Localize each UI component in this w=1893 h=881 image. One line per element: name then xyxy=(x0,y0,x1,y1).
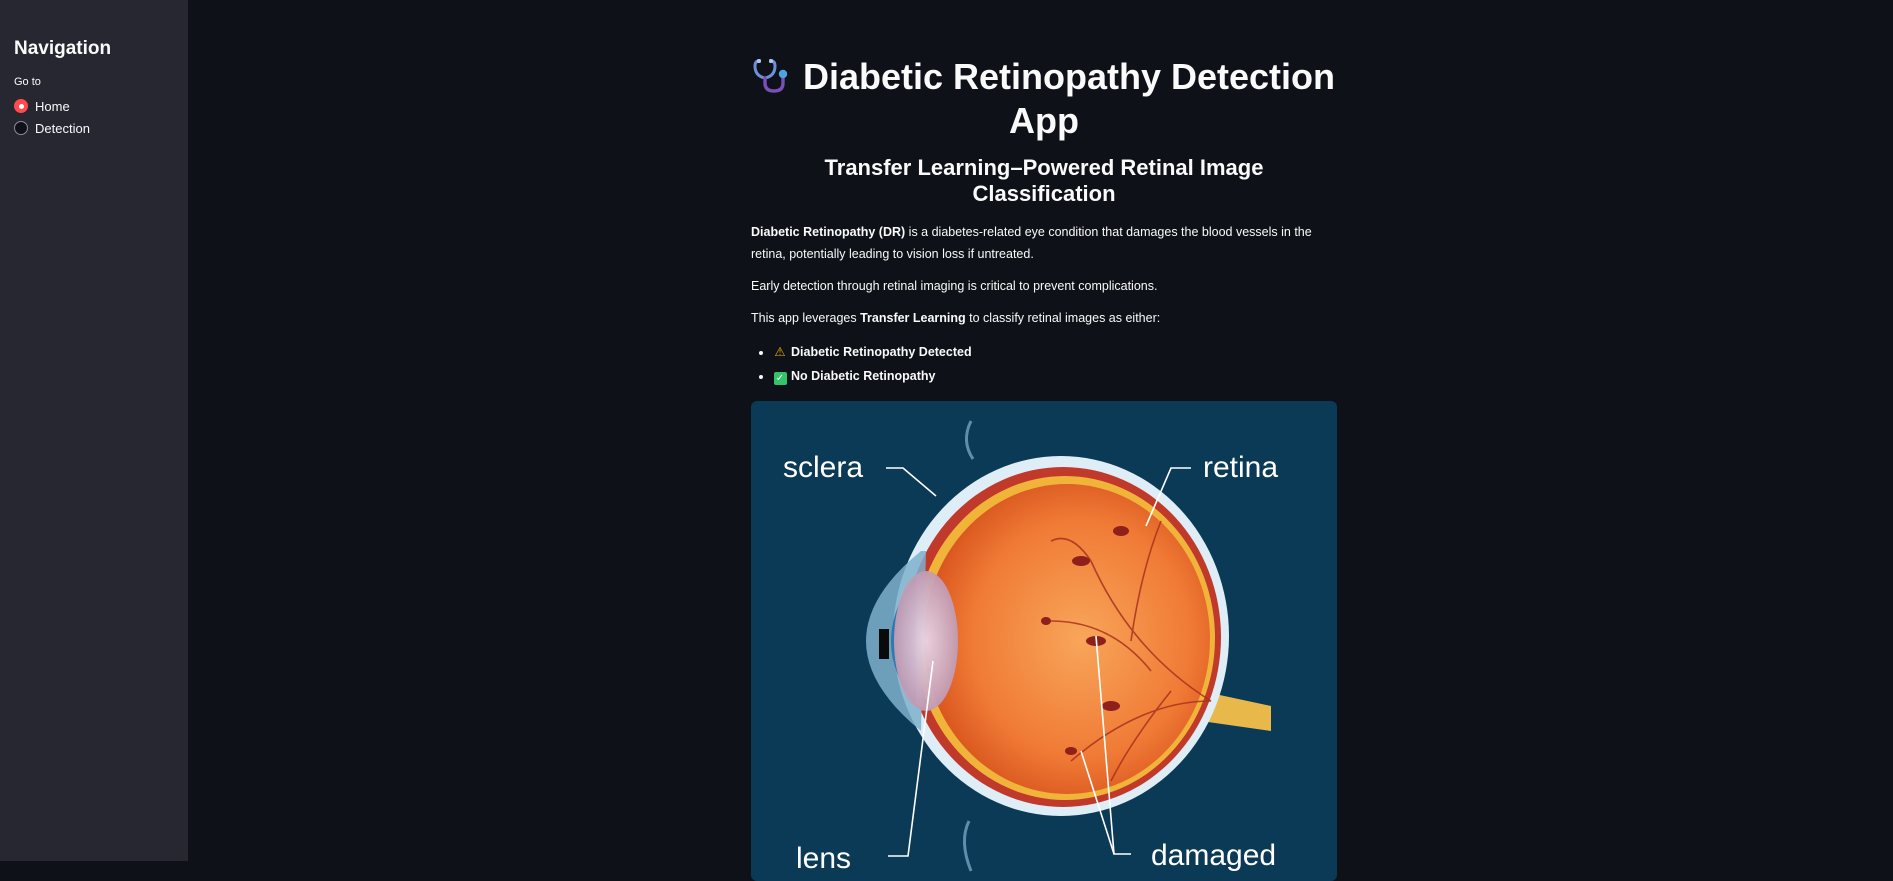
class-label: Diabetic Retinopathy Detected xyxy=(791,345,972,359)
app-description: This app leverages Transfer Learning to … xyxy=(751,307,1337,329)
description-end: to classify retinal images as either: xyxy=(965,311,1161,325)
nav-option-detection[interactable]: Detection xyxy=(14,117,174,139)
page-subtitle: Transfer Learning–Powered Retinal Image … xyxy=(824,155,1264,206)
class-list: ⚠ Diabetic Retinopathy Detected ✓ No Diabe… xyxy=(751,340,1337,388)
eye-diagram-image: sclera retina lens damaged xyxy=(751,401,1337,881)
list-item: ✓ No Diabetic Retinopathy xyxy=(773,364,1337,388)
warning-icon: ⚠ xyxy=(774,345,786,359)
nav-option-label: Home xyxy=(35,98,70,114)
list-item: ⚠ Diabetic Retinopathy Detected xyxy=(773,340,1337,364)
radio-group-label: Go to xyxy=(14,76,41,88)
eye-anatomy-illustration: sclera retina lens damaged xyxy=(783,420,1278,875)
main-content: Diabetic Retinopathy Detection App Trans… xyxy=(751,0,1337,881)
radio-button-home[interactable] xyxy=(14,99,28,113)
label-sclera: sclera xyxy=(783,451,863,484)
check-mark-icon: ✓ xyxy=(773,364,787,388)
sidebar-title: Navigation xyxy=(14,38,112,59)
stethoscope-icon xyxy=(753,59,788,93)
label-damaged: damaged xyxy=(1151,839,1276,872)
nav-option-home[interactable]: Home xyxy=(14,95,174,117)
label-lens: lens xyxy=(796,842,851,875)
nav-option-label: Detection xyxy=(35,120,90,136)
page-title: Diabetic Retinopathy Detection App xyxy=(751,55,1337,143)
description-start: This app leverages xyxy=(751,311,861,325)
transfer-learning-term: Transfer Learning xyxy=(860,311,966,325)
detection-paragraph: Early detection through retinal imaging … xyxy=(751,279,1158,293)
dr-term: Diabetic Retinopathy (DR) xyxy=(751,225,906,239)
intro-paragraph: Diabetic Retinopathy (DR) is a diabetes-… xyxy=(751,221,1337,265)
radio-button-detection[interactable] xyxy=(14,121,28,135)
label-retina: retina xyxy=(1203,451,1278,484)
sidebar: Navigation Go to Home Detection xyxy=(0,0,188,861)
class-label: No Diabetic Retinopathy xyxy=(791,369,936,383)
page-title-text: Diabetic Retinopathy Detection App xyxy=(802,56,1336,141)
